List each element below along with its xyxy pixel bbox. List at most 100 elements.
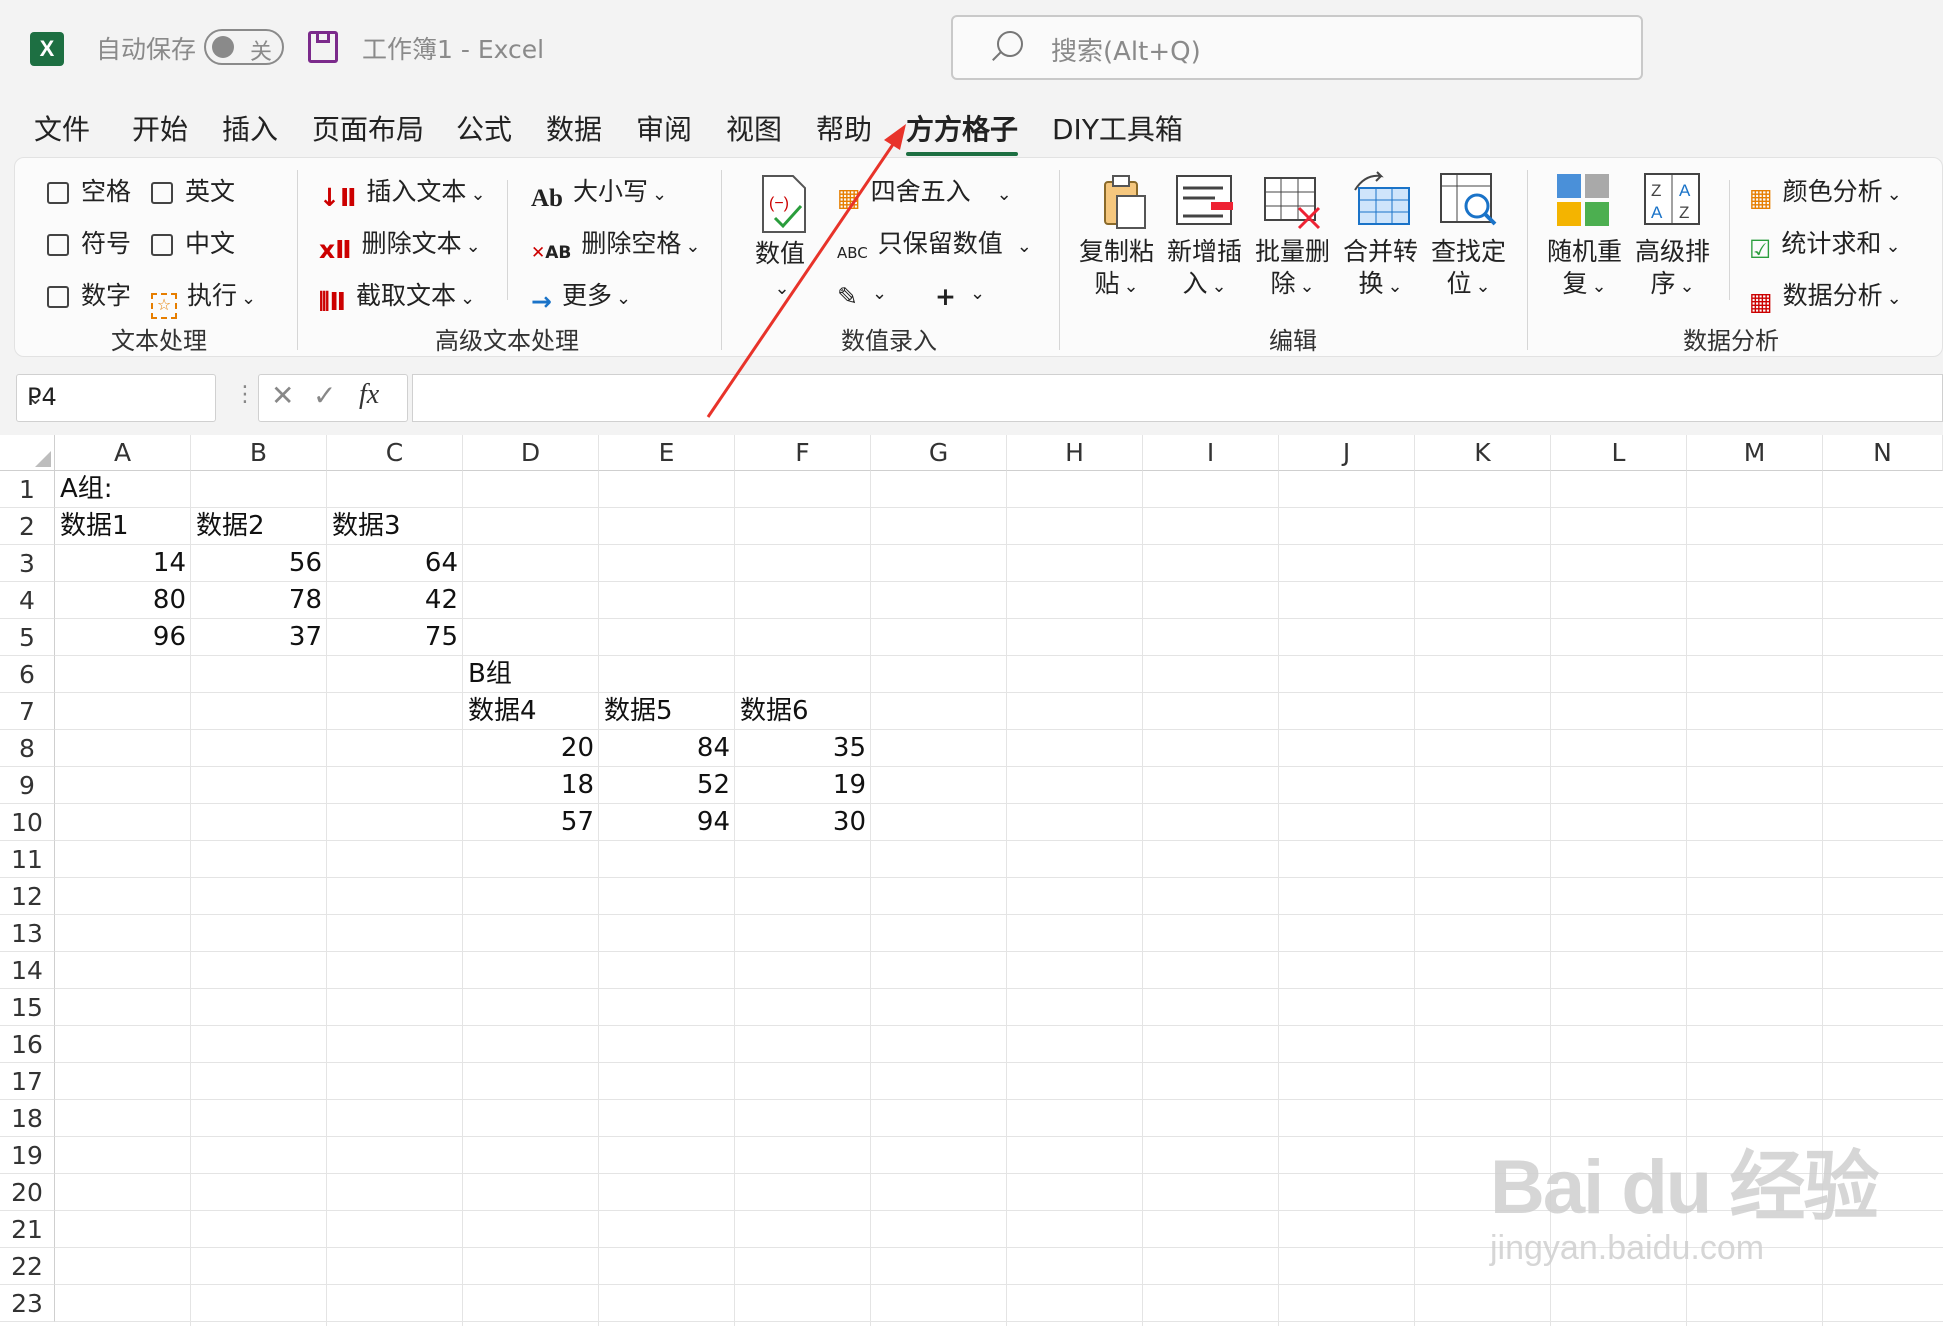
row-header-18[interactable]: 18 [0,1100,55,1137]
random-dup-icon[interactable] [1555,172,1611,228]
more-button[interactable]: → 更多 ⌄ [531,276,631,316]
row-header-16[interactable]: 16 [0,1026,55,1063]
enter-check-icon[interactable]: ✓ [313,379,336,412]
checkbox-number[interactable]: 数字 [47,276,131,312]
merge-convert-icon[interactable] [1351,170,1410,226]
cell-d8[interactable]: 20 [463,730,599,767]
row-header-10[interactable]: 10 [0,804,55,841]
insert-text-button[interactable]: ↓Ⅱ 插入文本 ⌄ [319,172,486,212]
cell-d9[interactable]: 18 [463,767,599,804]
row-header-19[interactable]: 19 [0,1137,55,1174]
column-header-d[interactable]: D [463,435,599,471]
new-insert-button[interactable]: 新增插入 ⌄ [1167,236,1242,303]
column-header-h[interactable]: H [1007,435,1143,471]
column-header-c[interactable]: C [327,435,463,471]
formula-input[interactable] [412,374,1943,422]
select-all-corner[interactable] [0,435,55,471]
column-header-m[interactable]: M [1687,435,1823,471]
row-header-2[interactable]: 2 [0,508,55,545]
row-header-22[interactable]: 22 [0,1248,55,1285]
column-header-g[interactable]: G [871,435,1007,471]
keep-values-button[interactable]: ABC 只保留数值 ⌄ [837,224,1032,262]
row-header-3[interactable]: 3 [0,545,55,582]
edit-value-button[interactable]: ✎ ⌄ [837,276,887,311]
row-header-9[interactable]: 9 [0,767,55,804]
column-header-f[interactable]: F [735,435,871,471]
checkbox-chinese[interactable]: 中文 [151,224,235,260]
round-button[interactable]: ▦ 四舍五入 ⌄ [837,172,1012,212]
insert-function-icon[interactable]: fx [359,379,379,411]
cell-d6[interactable]: B组 [463,656,626,693]
row-header-6[interactable]: 6 [0,656,55,693]
add-button[interactable]: + ⌄ [935,276,985,311]
column-header-l[interactable]: L [1551,435,1687,471]
row-header-5[interactable]: 5 [0,619,55,656]
name-box[interactable]: P4 ⌄ [16,374,216,422]
row-header-1[interactable]: 1 [0,471,55,508]
row-header-17[interactable]: 17 [0,1063,55,1100]
column-header-n[interactable]: N [1823,435,1943,471]
cell-b5[interactable]: 37 [191,619,327,656]
tab-diy-toolbox[interactable]: DIY工具箱 [1052,108,1183,148]
execute-button[interactable]: ☆ 执行 ⌄ [151,276,256,319]
tab-review[interactable]: 审阅 [636,108,692,148]
save-icon[interactable] [308,31,338,63]
row-header-11[interactable]: 11 [0,841,55,878]
row-header-13[interactable]: 13 [0,915,55,952]
row-header-15[interactable]: 15 [0,989,55,1026]
checkbox-english[interactable]: 英文 [151,172,235,208]
checkbox-space[interactable]: 空格 [47,172,131,208]
stat-sum-button[interactable]: ☑ 统计求和 ⌄ [1749,224,1901,264]
new-insert-icon[interactable] [1175,172,1233,228]
copy-paste-icon[interactable] [1095,172,1151,229]
row-header-8[interactable]: 8 [0,730,55,767]
row-header-20[interactable]: 20 [0,1174,55,1211]
tab-home[interactable]: 开始 [132,108,188,148]
merge-convert-button[interactable]: 合并转换 ⌄ [1343,236,1418,303]
column-header-k[interactable]: K [1415,435,1551,471]
column-header-e[interactable]: E [599,435,735,471]
column-header-i[interactable]: I [1143,435,1279,471]
tab-file[interactable]: 文件 [34,108,90,148]
cell-b4[interactable]: 78 [191,582,327,619]
find-locate-icon[interactable] [1439,170,1497,226]
extract-text-button[interactable]: ⫴Ⅱ 截取文本 ⌄ [319,276,475,317]
autosave-toggle[interactable]: 关 [204,29,284,65]
cell-e8[interactable]: 84 [599,730,735,767]
cell-f7[interactable]: 数据6 [735,693,898,730]
column-header-j[interactable]: J [1279,435,1415,471]
find-locate-button[interactable]: 查找定位 ⌄ [1431,236,1506,303]
tab-view[interactable]: 视图 [726,108,782,148]
more-options-icon[interactable]: ⋮ [234,382,256,407]
batch-delete-icon[interactable] [1263,172,1321,230]
chevron-down-icon[interactable]: ⌄ [27,385,205,409]
value-entry-icon[interactable]: (−) [755,174,811,233]
column-header-a[interactable]: A [55,435,191,471]
value-entry-button[interactable]: 数值 ⌄ [755,238,805,305]
tab-fangfanggezi[interactable]: 方方格子 [906,108,1019,156]
cell-c5[interactable]: 75 [327,619,463,656]
column-header-b[interactable]: B [191,435,327,471]
cell-f8[interactable]: 35 [735,730,871,767]
cell-c3[interactable]: 64 [327,545,463,582]
checkbox-symbol[interactable]: 符号 [47,224,131,260]
cell-a3[interactable]: 14 [55,545,191,582]
cell-a4[interactable]: 80 [55,582,191,619]
row-header-7[interactable]: 7 [0,693,55,730]
cell-a5[interactable]: 96 [55,619,191,656]
delete-spaces-button[interactable]: ✕AB 删除空格 ⌄ [531,224,700,263]
row-header-23[interactable]: 23 [0,1285,55,1322]
case-button[interactable]: Ab 大小写 ⌄ [531,172,667,213]
data-analysis-button[interactable]: ▦ 数据分析 ⌄ [1749,276,1902,316]
cell-e10[interactable]: 94 [599,804,735,841]
cancel-icon[interactable]: ✕ [271,379,294,412]
cell-a1[interactable]: A组: [55,471,218,508]
adv-sort-icon[interactable]: ZAAZ [1643,170,1700,226]
search-box[interactable]: 搜索(Alt+Q) [951,15,1643,80]
random-dup-button[interactable]: 随机重复 ⌄ [1547,236,1622,303]
tab-formulas[interactable]: 公式 [456,108,512,148]
cell-c2[interactable]: 数据3 [327,508,490,545]
delete-text-button[interactable]: ⅹⅡ 删除文本 ⌄ [319,224,481,264]
cell-f9[interactable]: 19 [735,767,871,804]
adv-sort-button[interactable]: 高级排序 ⌄ [1635,236,1710,303]
